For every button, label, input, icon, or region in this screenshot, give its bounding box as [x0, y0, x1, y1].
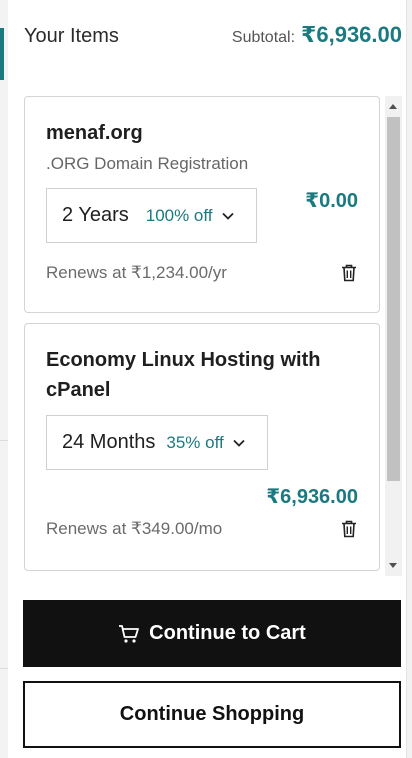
cart-item-domain: menaf.org .ORG Domain Registration 2 Yea…	[24, 96, 380, 313]
items-scroll-area[interactable]: menaf.org .ORG Domain Registration 2 Yea…	[24, 96, 402, 576]
scrollbar-thumb[interactable]	[387, 117, 400, 481]
continue-shopping-label: Continue Shopping	[119, 703, 305, 725]
continue-shopping-button[interactable]: Continue Shopping	[23, 681, 401, 748]
item-description: .ORG Domain Registration	[46, 154, 249, 173]
cart-item-hosting: Economy Linux Hosting with cPanel 24 Mon…	[24, 323, 380, 571]
scroll-up-arrow-icon[interactable]	[389, 104, 397, 109]
background-page-edge	[0, 0, 8, 758]
chevron-down-icon	[221, 212, 234, 220]
scroll-down-arrow-icon[interactable]	[389, 563, 397, 568]
subtotal-value: ₹6,936.00	[301, 22, 402, 47]
background-divider	[0, 668, 8, 669]
continue-to-cart-button[interactable]: Continue to Cart	[23, 600, 401, 667]
renewal-text: Renews at ₹1,234.00/yr	[46, 263, 227, 282]
cart-drawer: Your Items Subtotal: ₹6,936.00 menaf.org…	[8, 0, 412, 758]
subtotal-label: Subtotal:	[231, 29, 296, 46]
renewal-text: Renews at ₹349.00/mo	[46, 519, 223, 538]
term-value: 24 Months	[62, 431, 156, 453]
term-value: 2 Years	[62, 204, 129, 226]
item-price: ₹0.00	[305, 190, 358, 212]
discount-label: 100% off	[145, 205, 213, 225]
shopping-cart-icon	[119, 624, 140, 643]
background-divider	[0, 440, 8, 441]
trash-icon[interactable]	[341, 264, 357, 282]
item-name: menaf.org	[46, 122, 143, 144]
trash-icon[interactable]	[341, 520, 357, 538]
item-name: Economy Linux Hosting with cPanel	[46, 349, 321, 401]
cart-header: Your Items Subtotal: ₹6,936.00	[24, 22, 402, 52]
term-dropdown[interactable]: 2 Years 100% off	[46, 188, 257, 243]
cart-title: Your Items	[24, 25, 119, 47]
continue-to-cart-label: Continue to Cart	[149, 622, 306, 644]
drawer-edge	[406, 0, 412, 758]
scrollbar[interactable]	[385, 96, 402, 576]
term-dropdown[interactable]: 24 Months 35% off	[46, 415, 268, 470]
item-price: ₹6,936.00	[266, 486, 358, 508]
chevron-down-icon	[233, 439, 245, 447]
cart-items-list: menaf.org .ORG Domain Registration 2 Yea…	[24, 96, 380, 576]
background-accent-bar	[0, 28, 4, 80]
subtotal: Subtotal: ₹6,936.00	[232, 22, 402, 48]
discount-label: 35% off	[166, 432, 224, 452]
